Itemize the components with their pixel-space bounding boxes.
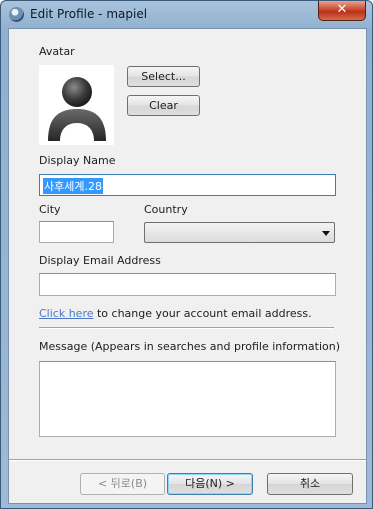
window-title: Edit Profile - mapiel: [30, 7, 148, 21]
close-button[interactable]: ✕: [318, 1, 366, 21]
message-label: Message (Appears in searches and profile…: [39, 340, 341, 353]
back-button[interactable]: < 뒤로(B): [80, 473, 165, 495]
click-here-link[interactable]: Click here: [39, 307, 94, 320]
footer-divider: [9, 459, 366, 461]
country-dropdown[interactable]: [144, 222, 335, 243]
clear-avatar-button[interactable]: Clear: [127, 95, 200, 116]
dialog-body: Avatar Select... Clear Display Name 사후세계…: [8, 28, 367, 504]
cancel-button[interactable]: 취소: [267, 473, 353, 495]
avatar-label: Avatar: [39, 45, 75, 58]
app-globe-icon: [9, 7, 24, 22]
next-button[interactable]: 다음(N) >: [167, 473, 253, 495]
city-field[interactable]: [39, 221, 114, 243]
email-label: Display Email Address: [39, 254, 161, 267]
display-name-value: 사후세계.28: [43, 178, 103, 194]
select-avatar-button[interactable]: Select...: [127, 66, 200, 87]
message-textarea[interactable]: [39, 361, 336, 437]
city-label: City: [39, 203, 61, 216]
change-email-suffix: to change your account email address.: [93, 307, 312, 320]
chevron-down-icon: [322, 231, 330, 236]
change-email-text: Click here to change your account email …: [39, 307, 312, 320]
display-name-field[interactable]: 사후세계.28: [39, 174, 336, 196]
close-icon: ✕: [336, 2, 348, 17]
edit-profile-window: Edit Profile - mapiel ✕ Avatar Select...…: [0, 0, 373, 509]
display-name-label: Display Name: [39, 154, 116, 167]
avatar-image: [39, 65, 114, 145]
country-label: Country: [144, 203, 188, 216]
title-bar[interactable]: Edit Profile - mapiel ✕: [1, 1, 372, 28]
user-silhouette-icon: [48, 77, 106, 141]
email-field[interactable]: [39, 273, 336, 296]
section-divider: [39, 327, 334, 329]
